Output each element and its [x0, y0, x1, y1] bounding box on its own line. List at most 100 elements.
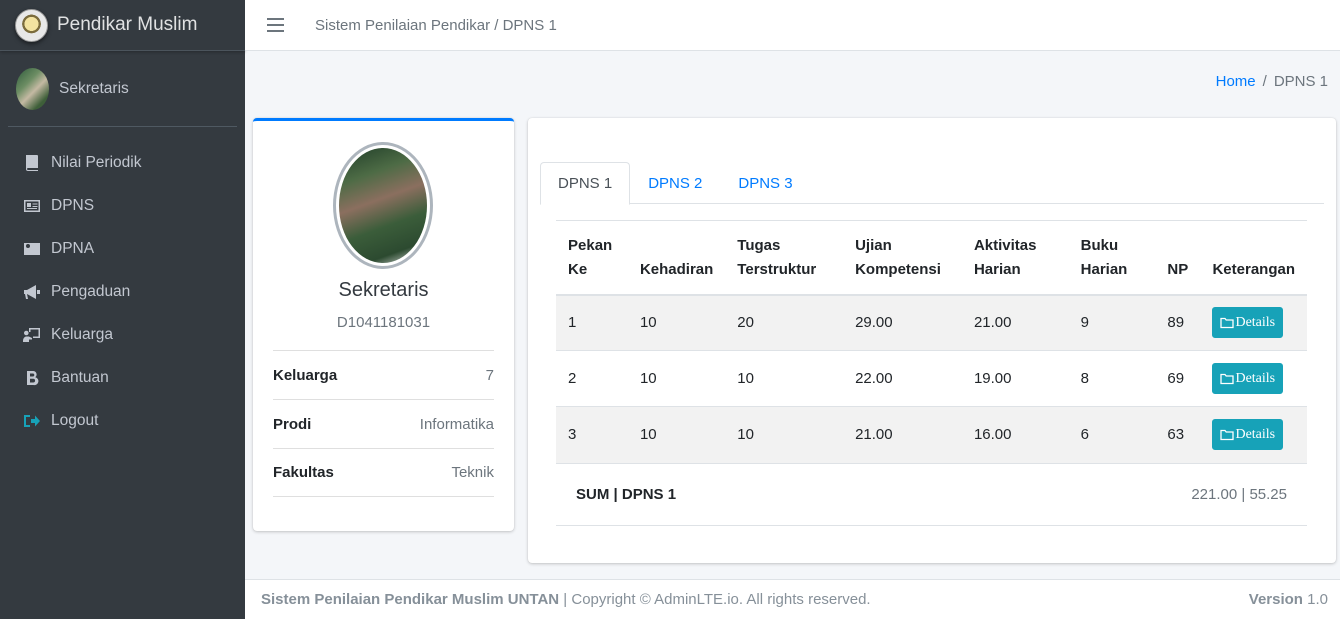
profile-row-fakultas: Fakultas Teknik: [273, 448, 494, 497]
breadcrumb-separator: /: [1262, 73, 1267, 90]
cell-tugas: 20: [725, 294, 844, 351]
profile-row-keluarga: Keluarga 7: [273, 350, 494, 399]
profile-row-value: 7: [485, 366, 494, 384]
sidebar-item-pengaduan[interactable]: Pengaduan: [8, 270, 237, 313]
tab-dpns-1[interactable]: DPNS 1: [540, 162, 631, 205]
profile-row-key: Keluarga: [273, 366, 338, 384]
sidebar-item-dpns[interactable]: DPNS: [8, 184, 237, 227]
profile-name: Sekretaris: [338, 279, 429, 301]
id-card-icon: [22, 196, 42, 216]
cell-ujian: 29.00: [843, 294, 962, 351]
cell-np: 69: [1155, 350, 1201, 407]
brand-link[interactable]: Pendikar Muslim: [0, 0, 245, 51]
table-row: 2 10 10 22.00 19.00 8 69 Details: [556, 350, 1307, 407]
details-button-label: Details: [1235, 370, 1276, 386]
footer-version: Version 1.0: [1249, 591, 1328, 608]
page-title: Sistem Penilaian Pendikar / DPNS 1: [315, 16, 557, 34]
footer-copyright-text: | Copyright © AdminLTE.io. All rights re…: [559, 591, 871, 608]
footer-version-value: 1.0: [1302, 591, 1328, 608]
top-navbar: Sistem Penilaian Pendikar / DPNS 1: [245, 0, 1340, 51]
cell-ujian: 21.00: [843, 406, 962, 463]
cell-buku: 8: [1068, 350, 1156, 407]
profile-row-prodi: Prodi Informatika: [273, 399, 494, 448]
avatar: [16, 67, 49, 110]
sum-label: SUM | DPNS 1: [576, 486, 677, 503]
sidebar-item-label: DPNA: [51, 239, 95, 257]
sidebar-item-label: DPNS: [51, 196, 95, 214]
cell-aktivitas: 16.00: [961, 406, 1069, 463]
sidebar-item-keluarga[interactable]: Keluarga: [8, 313, 237, 356]
footer-app-name: Sistem Penilaian Pendikar Muslim UNTAN: [261, 591, 560, 608]
sidebar-item-dpna[interactable]: DPNA: [8, 227, 237, 270]
cell-aktivitas: 19.00: [961, 350, 1069, 407]
book-icon: [22, 153, 42, 173]
menu-toggle-icon[interactable]: [267, 18, 284, 32]
column-header-keterangan: Keterangan: [1200, 220, 1307, 296]
sign-out-icon: [22, 411, 42, 431]
column-header-np: NP: [1155, 220, 1201, 296]
cell-tugas: 10: [725, 406, 844, 463]
details-button[interactable]: Details: [1212, 363, 1284, 394]
id-badge-icon: [22, 239, 42, 259]
sidebar-item-logout[interactable]: Logout: [8, 399, 237, 442]
dpns-tabs: DPNS 1 DPNS 2 DPNS 3: [540, 162, 1324, 205]
cell-pekan: 1: [556, 294, 628, 351]
folder-icon: [1220, 373, 1235, 384]
sum-value: 221.00 | 55.25: [1191, 486, 1287, 503]
footer: Sistem Penilaian Pendikar Muslim UNTAN |…: [245, 579, 1340, 619]
main-sidebar: Pendikar Muslim Sekretaris Nilai Periodi…: [0, 0, 245, 619]
cell-np: 63: [1155, 406, 1201, 463]
table-header-row: Pekan Ke Kehadiran Tugas Terstruktur Ujian…: [556, 220, 1307, 296]
sidebar-item-nilai-periodik[interactable]: Nilai Periodik: [8, 141, 237, 184]
column-header-aktivitas: Aktivitas Harian: [961, 220, 1069, 296]
sidebar-item-label: Pengaduan: [51, 282, 131, 300]
cell-keterangan: Details: [1200, 350, 1307, 407]
column-header-ujian: Ujian Kompetensi: [843, 220, 962, 296]
cell-np: 89: [1155, 294, 1201, 351]
details-button[interactable]: Details: [1212, 419, 1284, 451]
cell-kehadiran: 10: [627, 350, 726, 407]
user-panel[interactable]: Sekretaris: [8, 51, 237, 127]
bold-b-icon: [22, 368, 42, 388]
cell-pekan: 3: [556, 406, 628, 463]
dpns-card: DPNS 1 DPNS 2 DPNS 3 Pekan Ke Kehadiran T…: [528, 118, 1336, 563]
profile-details: Keluarga 7 Prodi Informatika Fakultas Te…: [273, 350, 494, 497]
sidebar-item-label: Keluarga: [51, 325, 114, 343]
table-row: 1 10 20 29.00 21.00 9 89 Details: [556, 294, 1307, 351]
chalkboard-user-icon: [22, 325, 42, 345]
profile-id: D1041181031: [336, 314, 431, 331]
details-button-label: Details: [1235, 426, 1276, 442]
breadcrumb: Home / DPNS 1: [1216, 73, 1328, 90]
profile-row-value: Informatika: [419, 415, 494, 433]
column-header-buku: Buku Harian: [1068, 220, 1156, 296]
footer-version-label: Version: [1248, 591, 1303, 608]
details-button[interactable]: Details: [1212, 307, 1284, 339]
tab-dpns-2[interactable]: DPNS 2: [630, 162, 720, 204]
cell-buku: 6: [1068, 406, 1156, 463]
column-header-tugas: Tugas Terstruktur: [725, 220, 844, 296]
dpns-table-wrapper: Pekan Ke Kehadiran Tugas Terstruktur Ujian…: [556, 220, 1307, 463]
university-seal-icon: [15, 8, 48, 42]
user-name[interactable]: Sekretaris: [59, 80, 129, 98]
folder-icon: [1220, 429, 1235, 440]
profile-avatar: [333, 142, 433, 269]
cell-pekan: 2: [556, 350, 628, 407]
sum-row: SUM | DPNS 1 221.00 | 55.25: [556, 463, 1307, 526]
profile-row-key: Fakultas: [273, 464, 334, 481]
cell-kehadiran: 10: [627, 406, 726, 463]
cell-kehadiran: 10: [627, 294, 726, 351]
folder-icon: [1220, 317, 1235, 328]
table-row: 3 10 10 21.00 16.00 6 63 Details: [556, 406, 1307, 463]
cell-buku: 9: [1068, 294, 1156, 351]
column-header-kehadiran: Kehadiran: [627, 220, 726, 296]
cell-aktivitas: 21.00: [961, 294, 1069, 351]
cell-tugas: 10: [725, 350, 844, 407]
sidebar-item-label: Bantuan: [51, 368, 109, 386]
sidebar-item-bantuan[interactable]: Bantuan: [8, 356, 237, 399]
dpns-table: Pekan Ke Kehadiran Tugas Terstruktur Ujian…: [556, 220, 1307, 463]
tab-dpns-3[interactable]: DPNS 3: [720, 162, 810, 204]
breadcrumb-home-link[interactable]: Home: [1216, 73, 1256, 90]
profile-row-value: Teknik: [451, 464, 494, 481]
profile-row-key: Prodi: [273, 415, 312, 433]
cell-keterangan: Details: [1200, 406, 1307, 463]
